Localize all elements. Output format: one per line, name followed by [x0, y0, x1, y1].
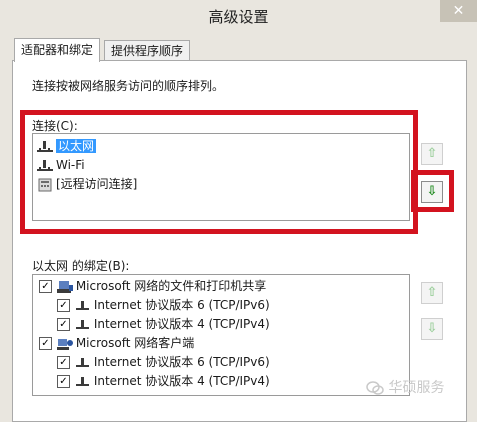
binding-checkbox[interactable]: ✓	[39, 280, 52, 293]
binding-checkbox[interactable]: ✓	[57, 375, 70, 388]
binding-checkbox[interactable]: ✓	[57, 356, 70, 369]
tab-panel: 连接按被网络服务访问的顺序排列。 连接(C): 以太网 Wi-Fi [远程访问连…	[12, 60, 467, 422]
protocol-icon	[74, 356, 92, 370]
file-printer-share-icon	[56, 280, 74, 294]
watermark-text: 华硕服务	[388, 380, 445, 396]
tab-adapters-and-bindings[interactable]: 适配器和绑定	[14, 38, 101, 62]
binding-item[interactable]: ✓ Microsoft 网络客户端	[39, 335, 194, 352]
binding-label: Microsoft 网络的文件和打印机共享	[75, 279, 267, 293]
description-text: 连接按被网络服务访问的顺序排列。	[32, 79, 225, 93]
bindings-label: 以太网 的绑定(B):	[32, 259, 130, 273]
arrow-up-icon: ⇧	[426, 146, 438, 161]
move-up-button[interactable]: ⇧	[421, 143, 443, 165]
binding-checkbox[interactable]: ✓	[57, 299, 70, 312]
tab-provider-order[interactable]: 提供程序顺序	[104, 40, 191, 61]
network-client-icon	[56, 337, 74, 351]
binding-checkbox[interactable]: ✓	[57, 318, 70, 331]
binding-item[interactable]: ✓ Internet 协议版本 6 (TCP/IPv6)	[57, 297, 270, 314]
binding-checkbox[interactable]: ✓	[39, 337, 52, 350]
close-button[interactable]: ✕	[440, 0, 477, 22]
title-bar: 高级设置 ✕	[0, 0, 477, 32]
binding-item[interactable]: ✓ Internet 协议版本 4 (TCP/IPv4)	[57, 316, 270, 333]
binding-item[interactable]: ✓ Internet 协议版本 4 (TCP/IPv4)	[57, 373, 270, 390]
binding-label: Internet 协议版本 4 (TCP/IPv4)	[93, 317, 270, 331]
binding-item[interactable]: ✓ Internet 协议版本 6 (TCP/IPv6)	[57, 354, 270, 371]
highlight-box-connections	[20, 110, 418, 234]
binding-label: Internet 协议版本 6 (TCP/IPv6)	[93, 298, 270, 312]
window-title: 高级设置	[208, 8, 269, 26]
binding-label: Internet 协议版本 4 (TCP/IPv4)	[93, 374, 270, 388]
binding-label: Microsoft 网络客户端	[75, 336, 195, 350]
highlight-box-down-button	[411, 170, 454, 212]
binding-move-up-button[interactable]: ⇧	[421, 282, 443, 304]
arrow-up-icon: ⇧	[426, 285, 438, 300]
protocol-icon	[74, 375, 92, 389]
protocol-icon	[74, 318, 92, 332]
watermark: 华硕服务	[366, 377, 444, 397]
bindings-list[interactable]: ✓ Microsoft 网络的文件和打印机共享 ✓ Internet 协议版本 …	[32, 274, 410, 396]
arrow-down-icon: ⇩	[426, 321, 438, 336]
binding-item[interactable]: ✓ Microsoft 网络的文件和打印机共享	[39, 278, 266, 295]
binding-move-down-button[interactable]: ⇩	[421, 318, 443, 340]
wechat-icon	[366, 380, 388, 396]
binding-label: Internet 协议版本 6 (TCP/IPv6)	[93, 355, 270, 369]
protocol-icon	[74, 299, 92, 313]
